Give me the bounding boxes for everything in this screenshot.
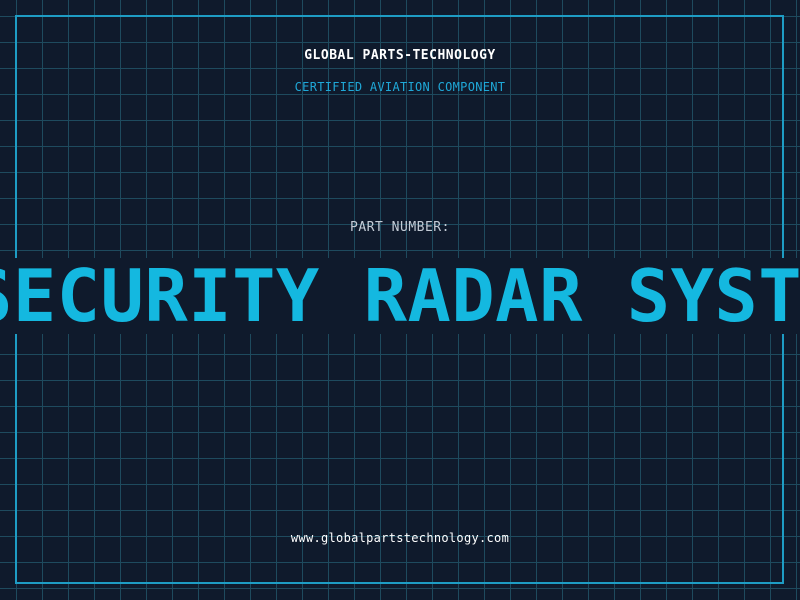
part-number-label: PART NUMBER: xyxy=(350,220,450,235)
website-url: www.globalpartstechnology.com xyxy=(290,531,510,545)
certification-subtitle: CERTIFIED AVIATION COMPONENT xyxy=(294,80,506,94)
part-number-value: SECURITY RADAR SYSTEM xyxy=(0,258,800,334)
company-name: GLOBAL PARTS-TECHNOLOGY xyxy=(304,48,496,63)
part-number-band: SECURITY RADAR SYSTEM xyxy=(0,258,800,334)
